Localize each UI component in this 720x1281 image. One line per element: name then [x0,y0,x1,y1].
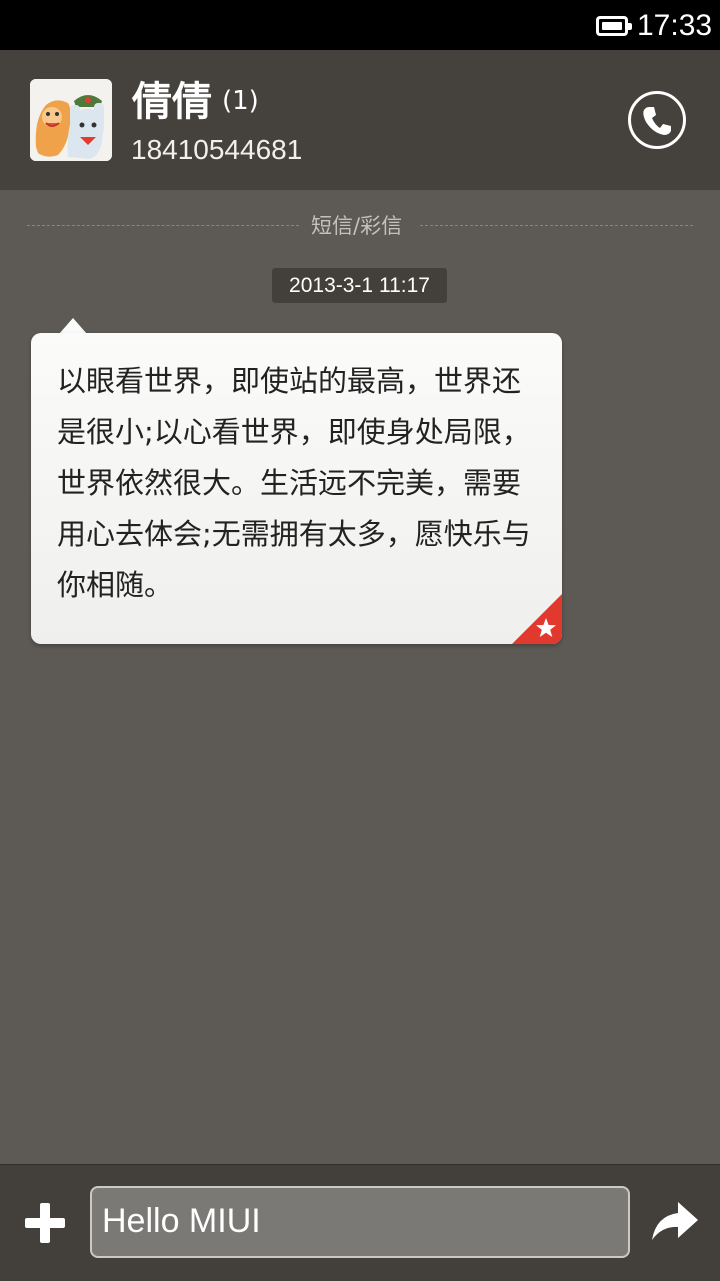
contact-phone-number: 18410544681 [131,134,303,165]
channel-label: 短信/彩信 [311,214,403,238]
status-bar: 17:33 [0,0,720,50]
star-icon [512,594,562,644]
phone-icon [643,107,671,135]
add-attachment-button[interactable] [23,1201,67,1245]
battery-full-icon [596,16,632,36]
message-input[interactable]: Hello MIUI [90,1186,630,1258]
bubble-tail [59,318,87,334]
plus-icon [25,1203,65,1243]
contact-name: 倩倩 [132,79,212,125]
send-arrow-icon [652,1202,698,1240]
unread-count: (1) [222,86,259,116]
call-button[interactable] [628,91,686,149]
message-text: 以眼看世界，即使站的最高，世界还是很小;以心看世界，即使身处局限，世界依然很大。… [57,364,531,602]
status-time: 17:33 [637,9,713,42]
divider-left [27,225,299,226]
avatar-cartoon-icon [30,79,112,161]
avatar[interactable] [30,79,112,161]
message-bubble[interactable]: 以眼看世界，即使站的最高，世界还是很小;以心看世界，即使身处局限，世界依然很大。… [31,333,562,644]
send-button[interactable] [650,1200,700,1244]
message-timestamp: 2013-3-1 11:17 [272,268,447,303]
divider-right [420,225,693,226]
